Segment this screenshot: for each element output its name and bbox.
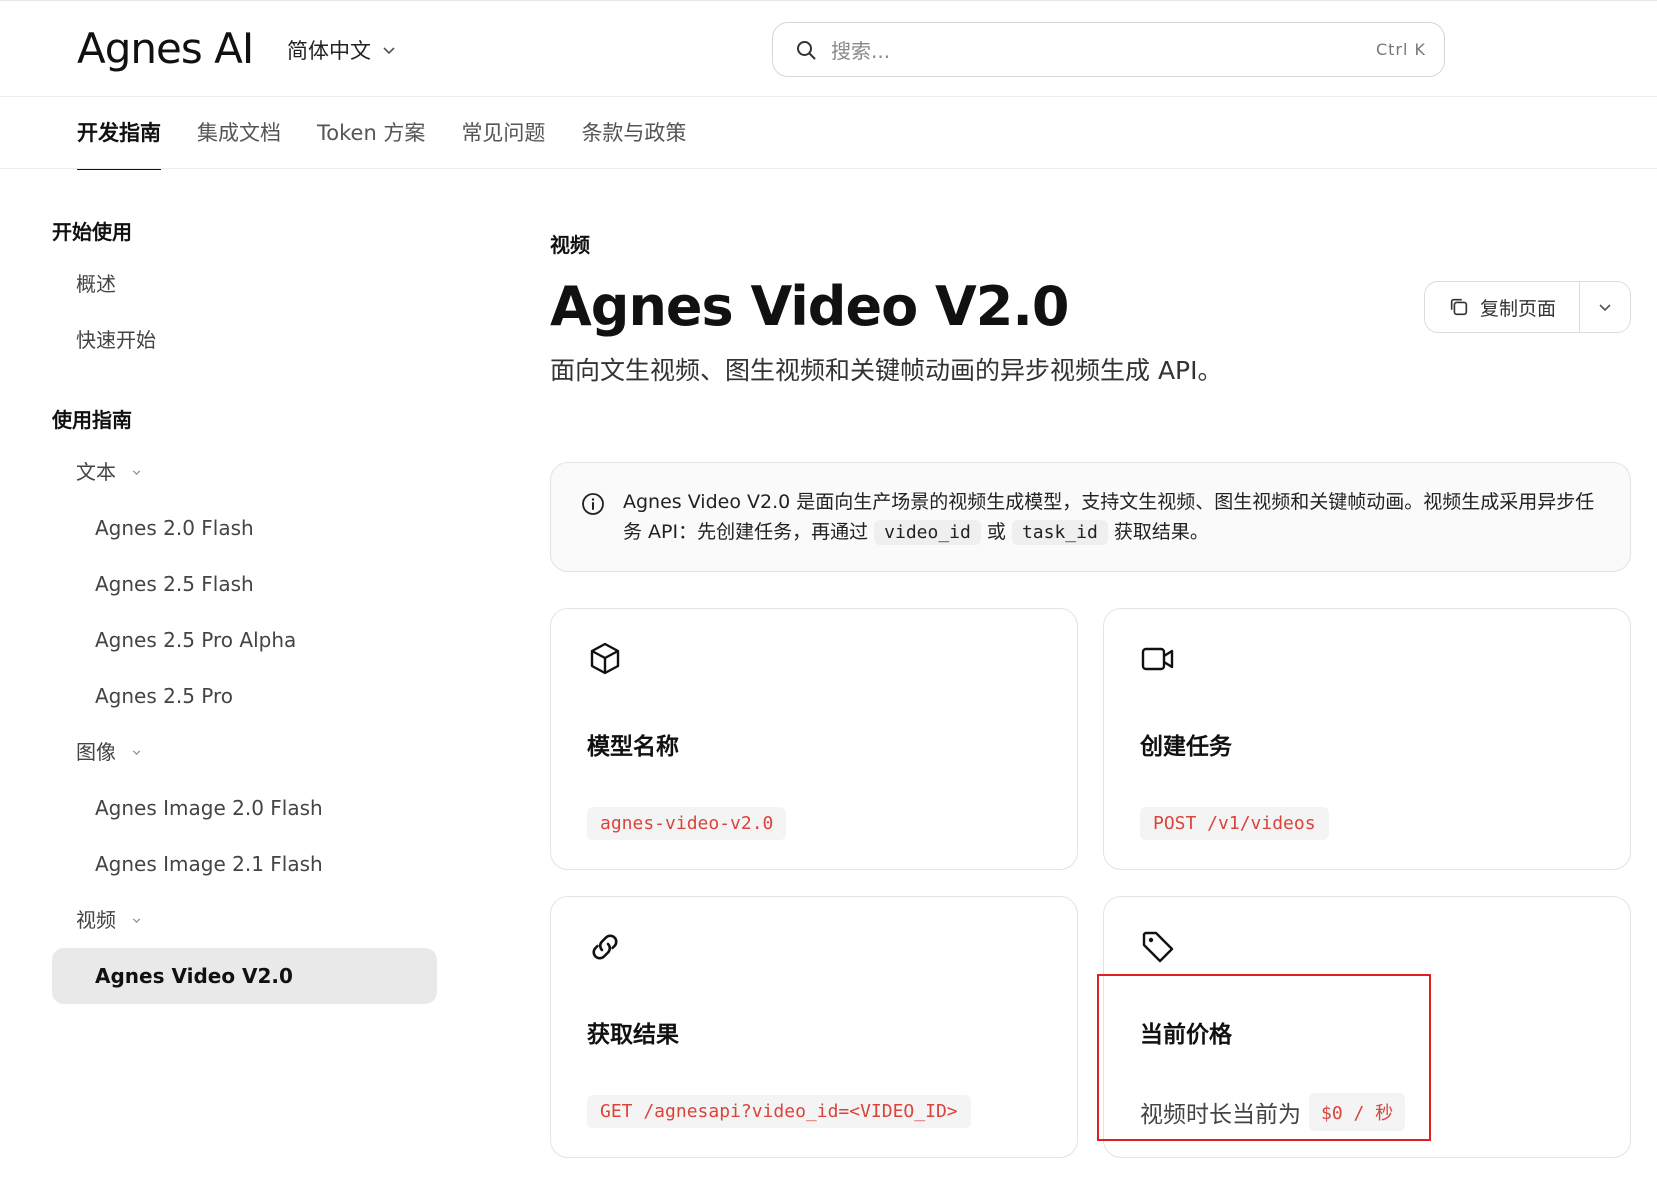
page-eyebrow: 视频 xyxy=(550,233,590,257)
page-title: Agnes Video V2.0 xyxy=(550,275,1069,338)
price-text: 视频时长当前为 xyxy=(1140,1102,1301,1128)
card-current-price: 当前价格 视频时长当前为 $0 / 秒 xyxy=(1103,896,1631,1158)
sidebar-group-label: 文本 xyxy=(76,460,116,484)
sidebar-item-agnes-2-5-flash[interactable]: Agnes 2.5 Flash xyxy=(52,556,437,612)
tab-token-plans[interactable]: Token 方案 xyxy=(317,98,425,169)
divider xyxy=(0,168,1657,169)
sidebar-item-agnes-video-v2-0[interactable]: Agnes Video V2.0 xyxy=(52,948,437,1004)
sidebar-item-label: 概述 xyxy=(76,272,116,296)
language-label: 简体中文 xyxy=(287,39,371,63)
search-input[interactable]: 搜索... Ctrl K xyxy=(772,22,1445,77)
sidebar-section-guide: 使用指南 xyxy=(52,408,132,432)
sidebar-item-agnes-image-2-1-flash[interactable]: Agnes Image 2.1 Flash xyxy=(52,836,437,892)
language-selector[interactable]: 简体中文 xyxy=(287,35,397,65)
chevron-down-icon xyxy=(132,469,141,475)
logo[interactable]: Agnes AI xyxy=(77,23,254,75)
tab-terms[interactable]: 条款与政策 xyxy=(581,98,686,169)
copy-page-dropdown[interactable] xyxy=(1579,282,1630,332)
top-header: Agnes AI 简体中文 搜索... Ctrl K xyxy=(0,0,1657,98)
inline-code-task-id: task_id xyxy=(1011,520,1108,545)
card-model-name: 模型名称 agnes-video-v2.0 xyxy=(550,608,1078,870)
inline-code-video-id: video_id xyxy=(874,520,981,545)
card-code: agnes-video-v2.0 xyxy=(587,807,787,840)
copy-icon xyxy=(1450,298,1468,316)
card-fetch-result: 获取结果 GET /agnesapi?video_id=<VIDEO_ID> xyxy=(550,896,1078,1158)
sidebar-item-agnes-2-5-pro[interactable]: Agnes 2.5 Pro xyxy=(52,668,437,724)
sidebar-item-agnes-2-0-flash[interactable]: Agnes 2.0 Flash xyxy=(52,500,437,556)
tab-faq[interactable]: 常见问题 xyxy=(461,98,545,169)
cube-icon xyxy=(590,642,620,675)
sidebar-item-agnes-2-5-pro-alpha[interactable]: Agnes 2.5 Pro Alpha xyxy=(52,612,437,668)
sidebar-item-quickstart[interactable]: 快速开始 xyxy=(52,312,437,368)
tag-icon xyxy=(1142,931,1174,963)
card-code: POST /v1/videos xyxy=(1140,807,1329,840)
card-title: 创建任务 xyxy=(1140,734,1232,760)
chevron-down-icon xyxy=(132,917,141,923)
sidebar-group-label: 图像 xyxy=(76,740,116,764)
callout-text: 或 xyxy=(980,521,1012,543)
chevron-down-icon xyxy=(1599,304,1611,312)
info-callout: Agnes Video V2.0 是面向生产场景的视频生成模型，支持文生视频、图… xyxy=(550,462,1631,572)
info-icon xyxy=(582,493,604,515)
price-line: 视频时长当前为 $0 / 秒 xyxy=(1140,1093,1406,1131)
card-create-task: 创建任务 POST /v1/videos xyxy=(1103,608,1631,870)
sidebar-item-agnes-image-2-0-flash[interactable]: Agnes Image 2.0 Flash xyxy=(52,780,437,836)
sidebar-group-video[interactable]: 视频 xyxy=(52,892,437,948)
video-camera-icon xyxy=(1141,647,1174,671)
page-subtitle: 面向文生视频、图生视频和关键帧动画的异步视频生成 API。 xyxy=(550,356,1223,385)
sidebar-item-overview[interactable]: 概述 xyxy=(52,256,437,312)
card-title: 当前价格 xyxy=(1140,1022,1232,1048)
price-code: $0 / 秒 xyxy=(1309,1093,1406,1131)
search-shortcut: Ctrl K xyxy=(1375,40,1426,59)
sidebar-group-image[interactable]: 图像 xyxy=(52,724,437,780)
chevron-down-icon xyxy=(383,47,395,55)
card-title: 获取结果 xyxy=(587,1022,679,1048)
tab-dev-guide[interactable]: 开发指南 xyxy=(77,98,161,170)
divider xyxy=(0,96,1657,97)
search-icon xyxy=(797,40,816,59)
chevron-down-icon xyxy=(132,749,141,755)
card-title: 模型名称 xyxy=(587,734,679,760)
sidebar-group-text[interactable]: 文本 xyxy=(52,444,437,500)
top-tabs: 开发指南 集成文档 Token 方案 常见问题 条款与政策 xyxy=(77,98,686,170)
copy-page-button[interactable]: 复制页面 xyxy=(1425,282,1579,332)
sidebar-item-label: 快速开始 xyxy=(76,328,156,352)
sidebar: 开始使用 概述 快速开始 使用指南 文本 Agnes 2.0 Flash Agn… xyxy=(52,210,437,1004)
callout-text: 获取结果。 xyxy=(1107,521,1209,543)
link-icon xyxy=(592,934,618,960)
sidebar-group-label: 视频 xyxy=(76,908,116,932)
copy-page-label: 复制页面 xyxy=(1479,297,1556,320)
search-placeholder: 搜索... xyxy=(831,39,891,63)
card-code: GET /agnesapi?video_id=<VIDEO_ID> xyxy=(587,1095,971,1128)
main-content: 视频 Agnes Video V2.0 面向文生视频、图生视频和关键帧动画的异步… xyxy=(550,225,1631,1158)
sidebar-section-start: 开始使用 xyxy=(52,220,132,244)
copy-page-group: 复制页面 xyxy=(1424,281,1631,333)
tab-integration-docs[interactable]: 集成文档 xyxy=(197,98,281,169)
